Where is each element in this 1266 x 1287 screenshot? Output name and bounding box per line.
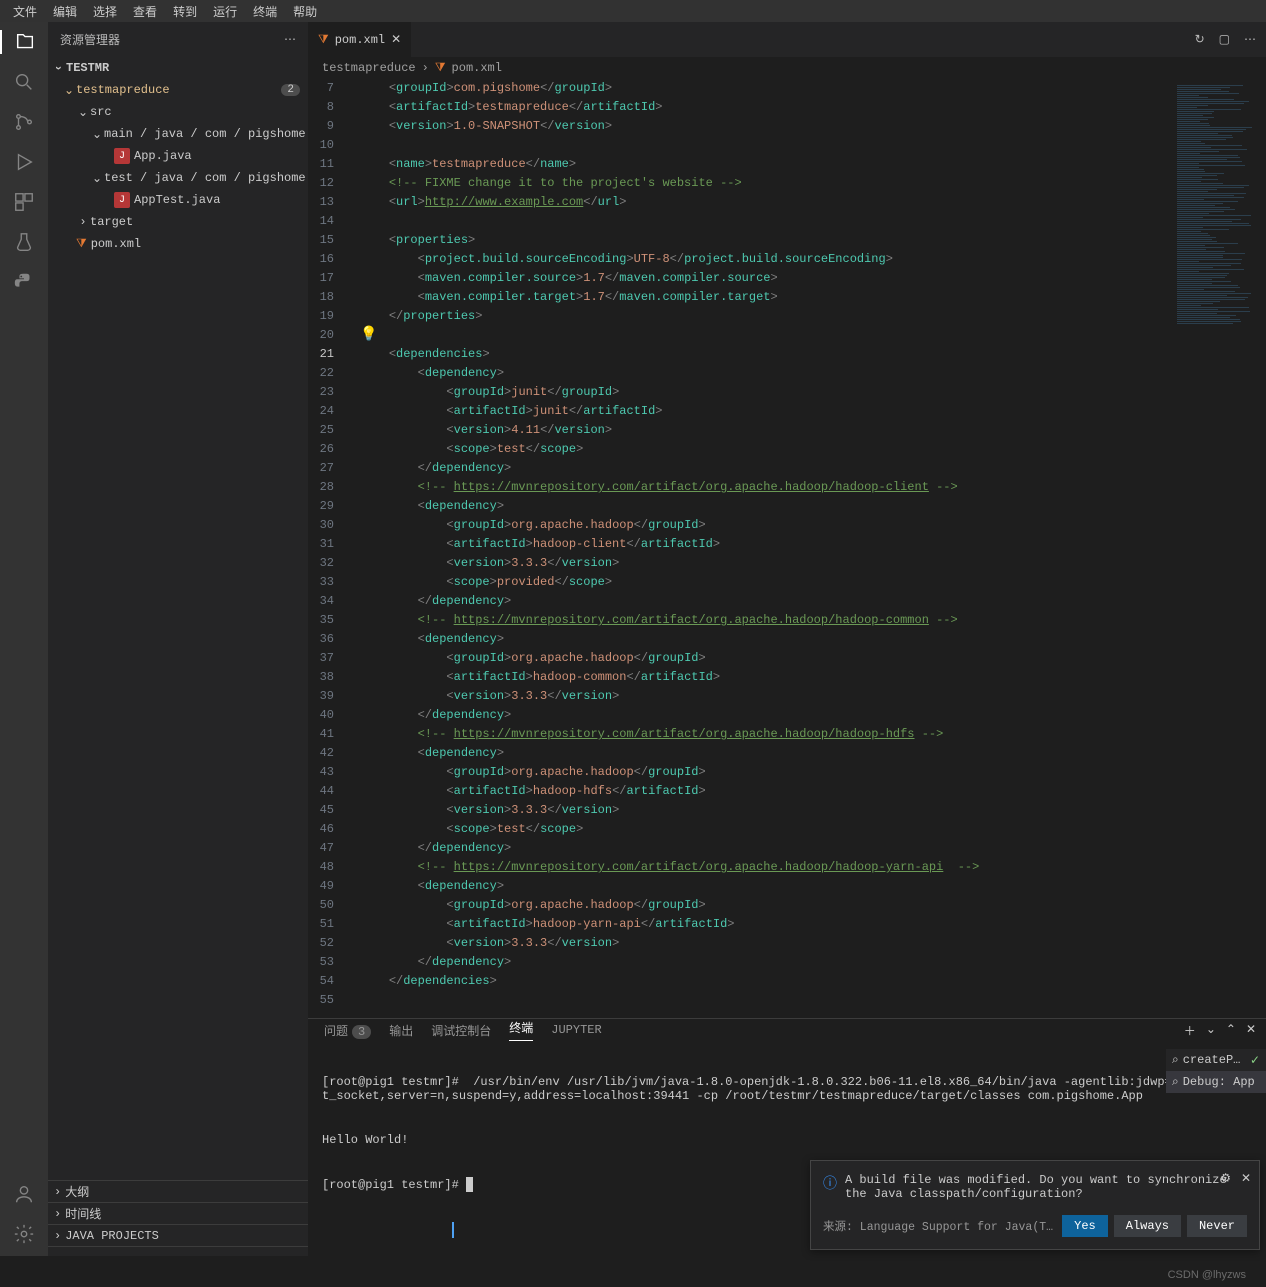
java-projects-section[interactable]: ›JAVA PROJECTS	[48, 1224, 308, 1246]
minimap[interactable]	[1171, 79, 1266, 1018]
menu-终端[interactable]: 终端	[245, 1, 285, 22]
menu-运行[interactable]: 运行	[205, 1, 245, 22]
search-icon[interactable]	[12, 70, 36, 94]
extensions-icon[interactable]	[12, 190, 36, 214]
explorer-icon[interactable]	[0, 30, 48, 54]
tab-problems[interactable]: 问题3	[324, 1022, 371, 1039]
tab-output[interactable]: 输出	[389, 1022, 413, 1039]
menu-帮助[interactable]: 帮助	[285, 1, 325, 22]
settings-icon[interactable]	[12, 1222, 36, 1246]
panel: 问题3 输出 调试控制台 终端 JUPYTER ＋ ⌄ ⌃ ✕ [root@pi…	[308, 1018, 1266, 1256]
reload-icon[interactable]: ↻	[1195, 32, 1205, 47]
editor-area[interactable]: 7 <groupId>com.pigshome</groupId>8 <arti…	[308, 79, 1266, 1018]
terminal-secondary-cursor	[452, 1222, 454, 1238]
toast-settings-icon[interactable]: ⚙	[1220, 1171, 1231, 1186]
accounts-icon[interactable]	[12, 1182, 36, 1206]
testing-icon[interactable]	[12, 230, 36, 254]
xml-file-icon: ⧩	[318, 33, 329, 47]
panel-maximize-icon[interactable]: ⌃	[1226, 1022, 1236, 1039]
toast-source: 来源: Language Support for Java(TM) by Re…	[823, 1218, 1056, 1234]
editor-column: ⧩ pom.xml ✕ ↻ ▢ ⋯ testmapreduce› ⧩ pom.x…	[308, 22, 1266, 1256]
menu-转到[interactable]: 转到	[165, 1, 205, 22]
debug-icon: ⌕	[1172, 1053, 1179, 1067]
editor-more-icon[interactable]: ⋯	[1244, 32, 1256, 47]
python-icon[interactable]	[12, 270, 36, 294]
panel-close-icon[interactable]: ✕	[1246, 1022, 1256, 1039]
tree-target[interactable]: ›target	[48, 211, 308, 233]
panel-tabs: 问题3 输出 调试控制台 终端 JUPYTER ＋ ⌄ ⌃ ✕	[308, 1019, 1266, 1041]
xml-file-icon: ⧩	[435, 61, 446, 75]
tree-pom[interactable]: ⧩pom.xml	[48, 233, 308, 255]
terminal-cursor	[466, 1177, 473, 1192]
file-tree: ⌄testmapreduce2 ⌄src ⌄main / java / com …	[48, 79, 308, 255]
terminal-list: ⌕createP…✓ ⌕Debug: App	[1166, 1049, 1266, 1093]
tree-root[interactable]: ⌄testmapreduce2	[48, 79, 308, 101]
watermark: CSDN @lhyzws	[1168, 1269, 1246, 1281]
source-control-icon[interactable]	[12, 110, 36, 134]
timeline-section[interactable]: ›时间线	[48, 1202, 308, 1224]
menu-编辑[interactable]: 编辑	[45, 1, 85, 22]
tab-close-icon[interactable]: ✕	[391, 32, 401, 47]
sidebar: 资源管理器 ⋯ ›TESTMR ⌄testmapreduce2 ⌄src ⌄ma…	[48, 22, 308, 1256]
debug-icon: ⌕	[1172, 1075, 1179, 1089]
terminal-entry-debug[interactable]: ⌕Debug: App	[1166, 1071, 1266, 1093]
extra-section	[48, 1246, 308, 1256]
menu-选择[interactable]: 选择	[85, 1, 125, 22]
terminal-entry-create[interactable]: ⌕createP…✓	[1166, 1049, 1266, 1071]
menu-查看[interactable]: 查看	[125, 1, 165, 22]
toast-yes-button[interactable]: Yes	[1062, 1215, 1108, 1237]
sidebar-more-icon[interactable]: ⋯	[284, 32, 296, 47]
toast-never-button[interactable]: Never	[1187, 1215, 1247, 1237]
menu-文件[interactable]: 文件	[5, 1, 45, 22]
toast-message: A build file was modified. Do you want t…	[845, 1173, 1247, 1201]
info-icon: ⓘ	[823, 1173, 837, 1201]
tab-jupyter[interactable]: JUPYTER	[551, 1023, 601, 1037]
breadcrumb[interactable]: testmapreduce› ⧩ pom.xml	[308, 57, 1266, 79]
tree-app-file[interactable]: JApp.java	[48, 145, 308, 167]
tab-terminal[interactable]: 终端	[509, 1019, 533, 1041]
outline-section[interactable]: ›大纲	[48, 1180, 308, 1202]
menu-bar: 文件编辑选择查看转到运行终端帮助	[0, 0, 1266, 22]
tab-bar: ⧩ pom.xml ✕ ↻ ▢ ⋯	[308, 22, 1266, 57]
tree-apptest-file[interactable]: JAppTest.java	[48, 189, 308, 211]
tree-test-path[interactable]: ⌄test / java / com / pigshome	[48, 167, 308, 189]
tree-main-path[interactable]: ⌄main / java / com / pigshome	[48, 123, 308, 145]
tree-src[interactable]: ⌄src	[48, 101, 308, 123]
tab-pom[interactable]: ⧩ pom.xml ✕	[308, 22, 411, 57]
run-debug-icon[interactable]	[12, 150, 36, 174]
tab-debug-console[interactable]: 调试控制台	[431, 1022, 491, 1039]
toast-always-button[interactable]: Always	[1114, 1215, 1181, 1237]
split-editor-icon[interactable]: ▢	[1219, 32, 1230, 47]
sidebar-title: 资源管理器	[60, 31, 120, 48]
folder-section[interactable]: ›TESTMR	[48, 57, 308, 79]
lightbulb-icon[interactable]: 💡	[360, 326, 377, 343]
activity-bar	[0, 22, 48, 1256]
terminal-dropdown-icon[interactable]: ⌄	[1206, 1022, 1216, 1039]
toast-close-icon[interactable]: ✕	[1241, 1171, 1251, 1186]
terminal-new-icon[interactable]: ＋	[1184, 1022, 1196, 1039]
notification-toast: ⚙ ✕ ⓘ A build file was modified. Do you …	[810, 1160, 1260, 1250]
